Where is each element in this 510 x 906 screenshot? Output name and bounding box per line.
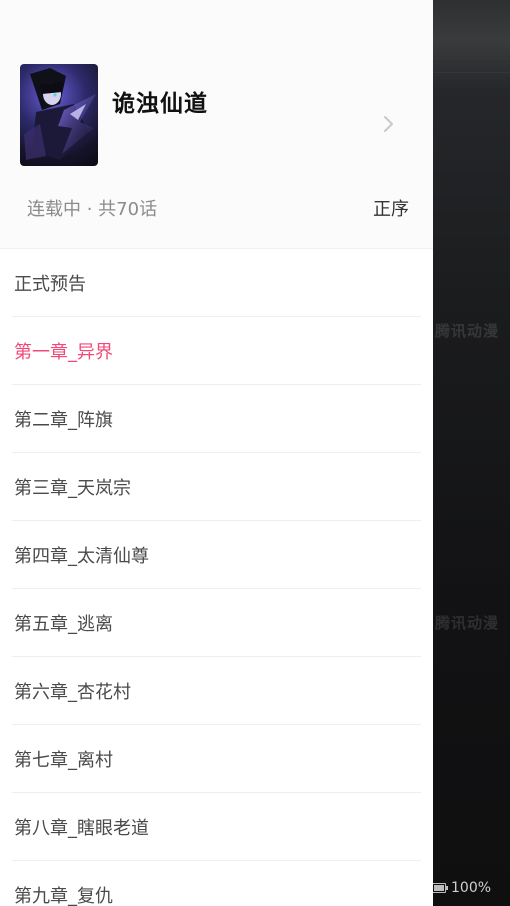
chapter-label: 第一章_异界 — [14, 341, 113, 363]
chapter-item[interactable]: 第三章_天岚宗 — [12, 453, 421, 521]
chapter-label: 正式预告 — [14, 273, 86, 295]
sort-order-button[interactable]: 正序 — [373, 195, 409, 221]
watermark-text: 腾讯动漫 — [435, 322, 500, 340]
chapter-label: 第八章_瞎眼老道 — [14, 817, 149, 839]
chapter-label: 第九章_复仇 — [14, 885, 113, 906]
chapter-list: 正式预告 第一章_异界 第二章_阵旗 第三章_天岚宗 第四章_太清仙尊 第五章_… — [0, 249, 433, 906]
serialization-status: 连载中 · 共70话 — [27, 199, 158, 220]
chapter-drawer: 诡浊仙道 连载中 · 共70话 正序 正式预告 第一章_异界 第二章_阵旗 第三… — [0, 0, 433, 906]
comic-cover-image[interactable] — [20, 64, 98, 166]
chapter-label: 第六章_杏花村 — [14, 681, 131, 703]
chapter-item[interactable]: 第九章_复仇 — [12, 861, 421, 906]
chapter-label: 第二章_阵旗 — [14, 409, 113, 431]
comic-title: 诡浊仙道 — [112, 91, 208, 117]
chapter-label: 第四章_太清仙尊 — [14, 545, 149, 567]
chapter-item[interactable]: 正式预告 — [12, 249, 421, 317]
chapter-item[interactable]: 第八章_瞎眼老道 — [12, 793, 421, 861]
chapter-label: 第三章_天岚宗 — [14, 477, 131, 499]
chapter-item[interactable]: 第二章_阵旗 — [12, 385, 421, 453]
chapter-item[interactable]: 第七章_离村 — [12, 725, 421, 793]
comic-page-background: 腾讯动漫 腾讯动漫 — [433, 0, 510, 906]
bg-stripe — [433, 72, 510, 73]
chevron-right-icon[interactable] — [381, 112, 397, 136]
battery-status: 100% — [432, 876, 510, 900]
chapter-item[interactable]: 第六章_杏花村 — [12, 657, 421, 725]
chapter-item[interactable]: 第四章_太清仙尊 — [12, 521, 421, 589]
bg-stripe — [433, 58, 510, 59]
chapter-item-current[interactable]: 第一章_异界 — [12, 317, 421, 385]
chapter-item[interactable]: 第五章_逃离 — [12, 589, 421, 657]
chapter-label: 第五章_逃离 — [14, 613, 113, 635]
chapter-label: 第七章_离村 — [14, 749, 113, 771]
watermark-text: 腾讯动漫 — [435, 614, 500, 632]
battery-icon — [432, 883, 448, 893]
battery-percent: 100% — [451, 880, 492, 896]
cover-illustration — [24, 68, 96, 160]
comic-info-header[interactable]: 诡浊仙道 连载中 · 共70话 正序 — [0, 0, 433, 249]
bg-stripe — [433, 46, 510, 47]
